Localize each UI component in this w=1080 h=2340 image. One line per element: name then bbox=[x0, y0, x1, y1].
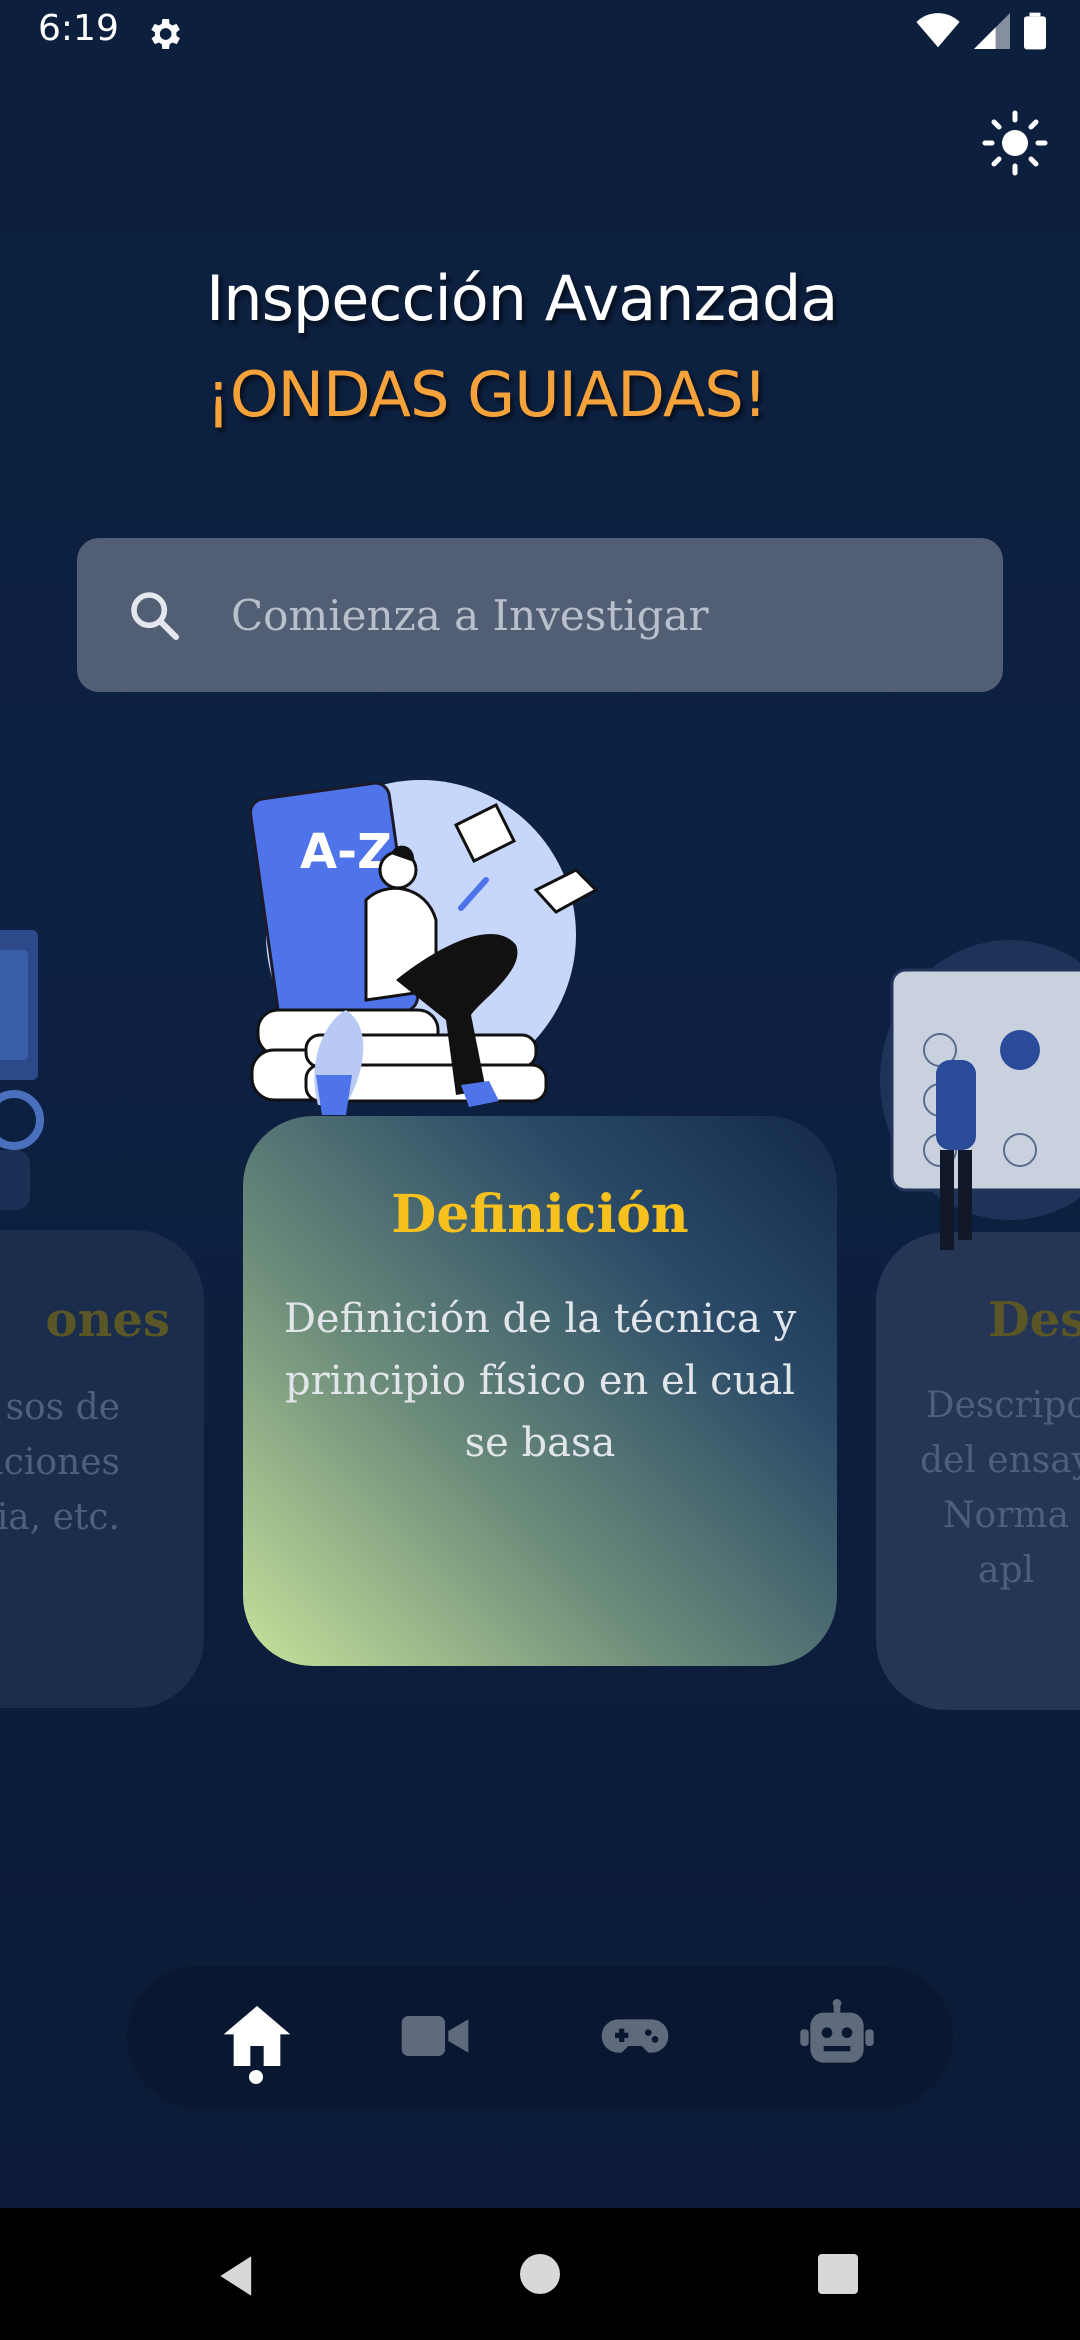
active-nav-indicator bbox=[249, 2070, 263, 2084]
theme-toggle-sun-icon[interactable] bbox=[980, 108, 1050, 178]
status-time: 6:19 bbox=[38, 8, 119, 49]
card-description: Definición de la técnica y principio fís… bbox=[283, 1296, 797, 1466]
recents-button[interactable] bbox=[818, 2254, 858, 2294]
dictionary-reader-illustration: A-Z bbox=[248, 780, 599, 1115]
card-right-title: Desc bbox=[988, 1292, 1080, 1348]
cell-signal-icon bbox=[974, 13, 1010, 49]
status-bar: 6:19 bbox=[0, 0, 1080, 66]
page-title: Inspección Avanzada bbox=[206, 262, 838, 335]
back-icon[interactable] bbox=[216, 2254, 260, 2298]
card-right-text: Descripc del ensay Norma apl bbox=[920, 1385, 1080, 1591]
home-button[interactable] bbox=[520, 2254, 560, 2294]
search-icon bbox=[131, 592, 180, 641]
search-bar[interactable] bbox=[77, 538, 1003, 692]
bottom-navigation bbox=[127, 1966, 953, 2108]
card-left-text: sos de aciones ia, etc. bbox=[0, 1387, 120, 1538]
search-input[interactable] bbox=[231, 538, 971, 692]
illustration-az-label: A-Z bbox=[300, 824, 392, 880]
left-card-illustration bbox=[0, 930, 44, 1210]
carousel-card-definicion[interactable]: Definición Definición de la técnica y pr… bbox=[243, 1116, 837, 1666]
home-icon[interactable] bbox=[217, 1996, 297, 2076]
carousel-card-left[interactable]: ones sos de aciones ia, etc. bbox=[0, 1230, 204, 1708]
battery-icon bbox=[1024, 12, 1046, 50]
video-icon[interactable] bbox=[395, 1996, 475, 2076]
system-navigation-bar bbox=[0, 2208, 1080, 2340]
status-icons bbox=[916, 12, 1046, 50]
gamepad-icon[interactable] bbox=[595, 1996, 675, 2076]
page-subtitle: ¡ONDAS GUIADAS! bbox=[206, 358, 768, 431]
wifi-icon bbox=[916, 13, 960, 48]
right-card-illustration bbox=[880, 940, 1080, 1250]
card-title: Definición bbox=[391, 1184, 689, 1245]
robot-icon[interactable] bbox=[797, 1996, 877, 2076]
carousel-card-right[interactable]: Desc Descripc del ensay Norma apl bbox=[876, 1232, 1080, 1710]
card-left-title: ones bbox=[45, 1292, 170, 1348]
settings-gear-icon bbox=[151, 19, 180, 49]
app-screen: 6:19 Inspección Avanzada ¡ONDAS GUIADAS!… bbox=[0, 0, 1080, 2208]
